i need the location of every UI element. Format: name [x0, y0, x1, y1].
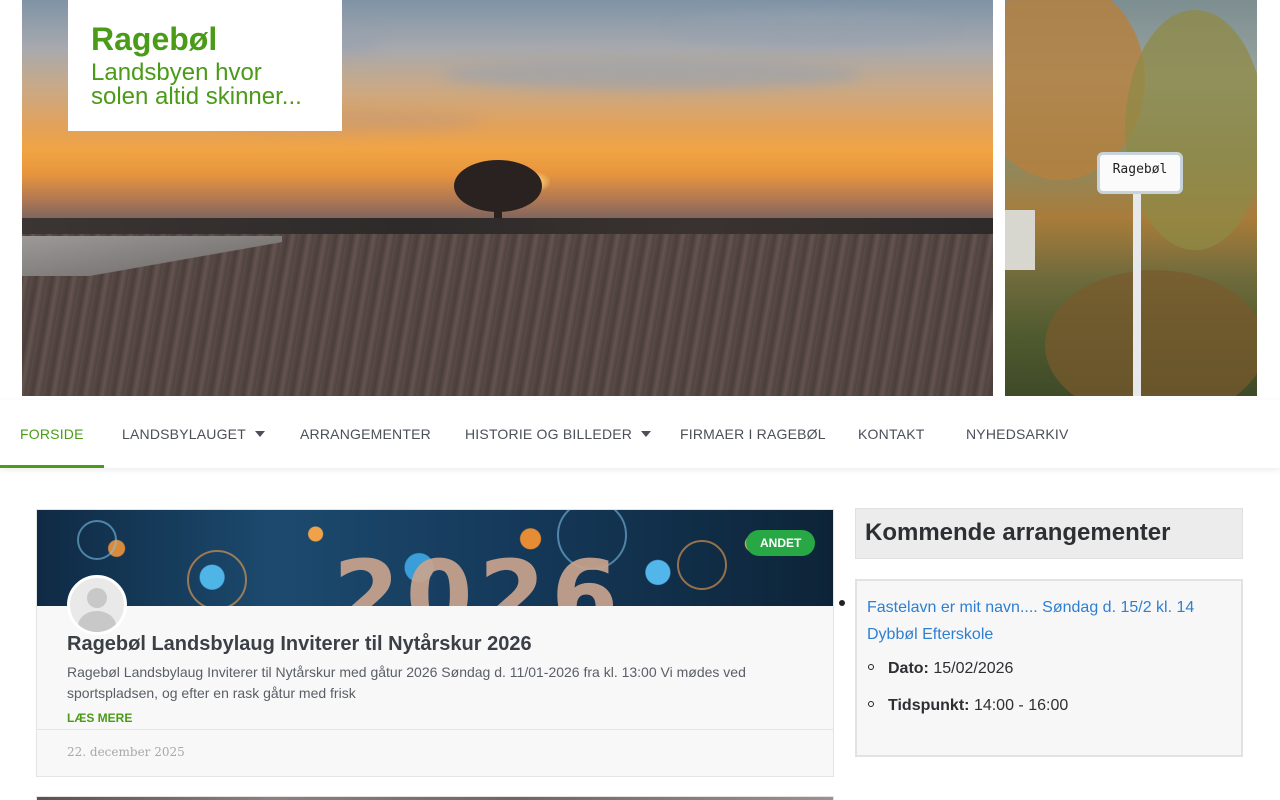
hero-banner: Ragebøl Ragebøl Landsbyen hvor solen alt… — [0, 0, 1280, 400]
list-bullet — [839, 600, 845, 606]
nav-label: HISTORIE OG BILLEDER — [465, 426, 633, 442]
read-more-link[interactable]: LÆS MERE — [67, 711, 132, 725]
category-badge[interactable]: ANDET — [746, 530, 816, 556]
post-card-next[interactable] — [36, 796, 834, 800]
nav-item-firmaer[interactable]: FIRMAER I RAGEBØL — [680, 400, 826, 468]
event-date-label: Dato: — [888, 660, 929, 677]
village-sign: Ragebøl — [1097, 152, 1183, 194]
site-title[interactable]: Ragebøl — [91, 20, 319, 58]
nav-label: FIRMAER I RAGEBØL — [680, 426, 826, 442]
event-time-value: 14:00 - 16:00 — [973, 697, 1069, 714]
nav-label: ARRANGEMENTER — [300, 426, 431, 442]
post-image-year: 2026 — [333, 540, 625, 606]
main-navigation: FORSIDE LANDSBYLAUGET ARRANGEMENTER HIST… — [0, 400, 1280, 468]
widget-title: Kommende arrangementer — [865, 519, 1171, 546]
nav-label: KONTAKT — [858, 426, 925, 442]
nav-label: LANDSBYLAUGET — [122, 426, 246, 442]
upcoming-events-widget-header: Kommende arrangementer — [855, 508, 1243, 559]
event-date-row: Dato: 15/02/2026 — [868, 660, 1013, 678]
nav-item-kontakt[interactable]: KONTAKT — [858, 400, 924, 468]
nav-item-forside[interactable]: FORSIDE — [0, 400, 104, 468]
hero-sign-photo: Ragebøl — [1005, 0, 1257, 396]
author-avatar — [67, 575, 127, 635]
nav-item-nyhedsarkiv[interactable]: NYHEDSARKIV — [966, 400, 1069, 468]
nav-item-historie-og-billeder[interactable]: HISTORIE OG BILLEDER — [465, 400, 652, 468]
event-time-label: Tidspunkt: — [888, 697, 970, 714]
post-footer: 22. december 2025 — [37, 729, 833, 777]
event-date-value: 15/02/2026 — [933, 660, 1014, 677]
site-tagline: Landsbyen hvor solen altid skinner... — [91, 59, 302, 110]
caret-down-icon[interactable] — [641, 431, 652, 438]
nav-item-arrangementer[interactable]: ARRANGEMENTER — [300, 400, 431, 468]
post-card: 2026 ANDET Ragebøl Landsbylaug Inviterer… — [36, 509, 834, 777]
event-time-row: Tidspunkt: 14:00 - 16:00 — [868, 697, 1068, 715]
caret-down-icon[interactable] — [254, 431, 265, 438]
post-title[interactable]: Ragebøl Landsbylaug Inviterer til Nytårs… — [67, 633, 532, 656]
event-item: Fastelavn er mit navn.... Søndag d. 15/2… — [855, 579, 1243, 757]
post-featured-image[interactable]: 2026 — [37, 510, 833, 606]
nav-label: NYHEDSARKIV — [966, 426, 1069, 442]
post-excerpt: Ragebøl Landsbylaug Inviterer til Nytårs… — [67, 664, 746, 701]
post-date: 22. december 2025 — [67, 745, 185, 759]
event-title-link[interactable]: Fastelavn er mit navn.... Søndag d. 15/2… — [867, 594, 1227, 648]
nav-label: FORSIDE — [20, 426, 84, 442]
nav-item-landsbylauget[interactable]: LANDSBYLAUGET — [122, 400, 265, 468]
site-branding[interactable]: Ragebøl Landsbyen hvor solen altid skinn… — [68, 0, 342, 131]
